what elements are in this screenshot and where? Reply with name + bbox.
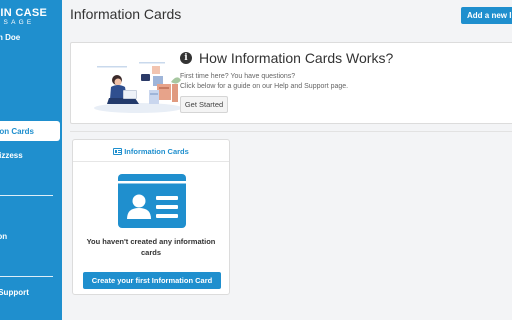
info-icon: i [180,52,192,64]
user-name[interactable]: n Doe [0,33,20,42]
logo-text-line2: SSAGE [0,19,35,26]
illustration-person-laptop [94,62,182,113]
how-it-works-panel: i How Information Cards Works? First tim… [70,42,512,124]
sidebar: T IN CASE SSAGE n Doe ard s s ation Card… [0,0,62,320]
sidebar-item-support[interactable]: ur Support [0,288,29,297]
logo-text-line1: T IN CASE [0,7,48,19]
help-text-line1: First time here? You have questions? [180,73,296,80]
id-card-small-icon [113,148,123,155]
sidebar-item-quizzes[interactable]: Quizzess [0,151,23,160]
id-card-icon [118,174,186,228]
information-cards-card: Information Cards You haven't created an… [72,139,230,295]
empty-state-message: You haven't created any information card… [83,236,219,258]
app-logo[interactable]: T IN CASE SSAGE [0,8,62,27]
get-started-button[interactable]: Get Started [180,96,228,113]
sidebar-item-information-cards[interactable]: ation Cards [0,121,60,141]
sidebar-item-label: ation Cards [0,127,35,136]
empty-state-line2: cards [140,248,161,257]
how-it-works-heading: How Information Cards Works? [199,50,394,66]
add-information-card-button[interactable]: Add a new Info [461,7,512,24]
card-header: Information Cards [73,140,229,162]
section-divider [70,131,512,132]
sidebar-item-verification[interactable]: ation [0,232,7,241]
help-text-line2: Click below for a guide on our Help and … [180,83,349,90]
create-first-card-button[interactable]: Create your first Information Card [83,272,221,289]
card-header-label: Information Cards [124,147,189,156]
page-title: Information Cards [70,6,182,22]
sidebar-divider [0,195,53,196]
empty-state-line1: You haven't created any information [86,237,216,246]
sidebar-divider [0,276,53,277]
